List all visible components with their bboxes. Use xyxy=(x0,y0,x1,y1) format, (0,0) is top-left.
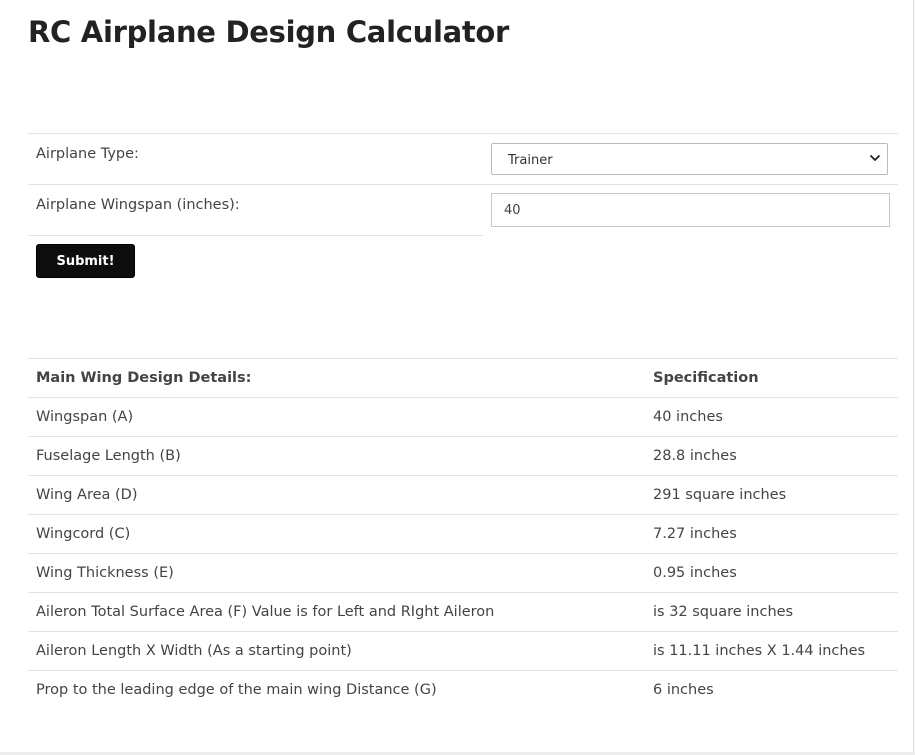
detail-cell: Aileron Total Surface Area (F) Value is … xyxy=(36,604,495,620)
spec-cell: 0.95 inches xyxy=(653,565,737,581)
airplane-type-selected-value: Trainer xyxy=(508,153,553,168)
spec-cell: 291 square inches xyxy=(653,487,787,503)
page-title: RC Airplane Design Calculator xyxy=(28,15,510,49)
spec-cell: 28.8 inches xyxy=(653,448,737,464)
spec-cell: is 11.11 inches X 1.44 inches xyxy=(653,643,866,659)
results-table: Main Wing Design Details: Specification … xyxy=(28,358,898,709)
airplane-type-select[interactable]: Trainer xyxy=(491,143,888,175)
spec-cell: 40 inches xyxy=(653,409,723,425)
column-header-details: Main Wing Design Details: xyxy=(36,370,252,386)
detail-cell: Prop to the leading edge of the main win… xyxy=(36,682,437,698)
detail-cell: Fuselage Length (B) xyxy=(36,448,181,464)
detail-cell: Wingcord (C) xyxy=(36,526,131,542)
spec-cell: is 32 square inches xyxy=(653,604,794,620)
page-right-border xyxy=(913,0,914,755)
detail-cell: Aileron Length X Width (As a starting po… xyxy=(36,643,352,659)
detail-cell: Wingspan (A) xyxy=(36,409,134,425)
results-header-row: Main Wing Design Details: Specification xyxy=(28,358,898,397)
page: RC Airplane Design Calculator Airplane T… xyxy=(0,0,915,755)
form-divider-middle xyxy=(28,184,898,185)
submit-button[interactable]: Submit! xyxy=(36,244,135,278)
spec-cell: 7.27 inches xyxy=(653,526,737,542)
spec-cell: 6 inches xyxy=(653,682,714,698)
table-row: Wing Thickness (E) 0.95 inches xyxy=(28,553,898,592)
form-divider-top xyxy=(28,133,898,134)
wingspan-input[interactable] xyxy=(491,193,890,227)
table-row: Wingcord (C) 7.27 inches xyxy=(28,514,898,553)
airplane-type-label: Airplane Type: xyxy=(36,146,139,162)
table-row: Aileron Length X Width (As a starting po… xyxy=(28,631,898,670)
detail-cell: Wing Area (D) xyxy=(36,487,138,503)
chevron-down-icon xyxy=(870,155,880,161)
table-row: Wingspan (A) 40 inches xyxy=(28,397,898,436)
table-row: Prop to the leading edge of the main win… xyxy=(28,670,898,709)
column-header-specification: Specification xyxy=(653,370,759,386)
form-divider-bottom xyxy=(28,235,483,236)
table-row: Fuselage Length (B) 28.8 inches xyxy=(28,436,898,475)
detail-cell: Wing Thickness (E) xyxy=(36,565,174,581)
table-row: Aileron Total Surface Area (F) Value is … xyxy=(28,592,898,631)
table-row: Wing Area (D) 291 square inches xyxy=(28,475,898,514)
wingspan-label: Airplane Wingspan (inches): xyxy=(36,197,240,213)
